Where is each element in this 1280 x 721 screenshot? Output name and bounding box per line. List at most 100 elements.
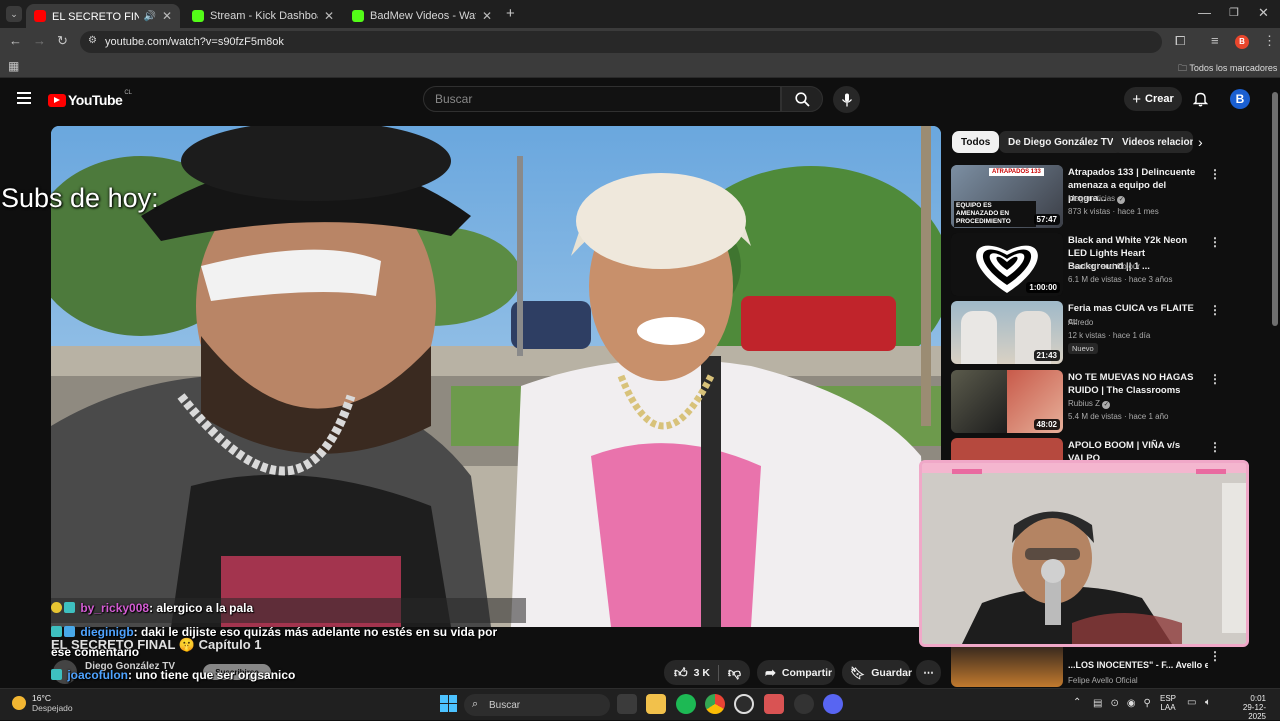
back-icon[interactable]: ← [9,33,22,48]
obs-icon[interactable] [734,694,754,714]
all-bookmarks[interactable]: 🗀 Todos los marcadores [1178,61,1277,77]
chat-message: dieginigb: daki le dijiste eso quizás má… [51,625,497,639]
recommendation-item[interactable]: 21:43 Feria mas CUICA vs FLAITE CL Alfre… [951,301,1221,365]
file-explorer-icon[interactable] [646,694,666,714]
chip-related[interactable]: Videos relacion [1113,131,1193,153]
extensions-icon[interactable]: ⧠ [1175,33,1185,49]
notifications-bell-icon[interactable] [1192,91,1209,112]
recommendation-item[interactable]: ...LOS INOCENTES" - F... Avello en vivo … [951,647,1221,687]
share-button[interactable]: ➦ Compartir [757,660,835,685]
video-thumbnail[interactable]: 48:02 [951,370,1063,433]
video-thumbnail[interactable]: 1:00:00 [951,233,1063,296]
task-view-icon[interactable] [617,694,637,714]
tab-badmew-videos[interactable]: BadMew Videos - Watch On-De ✕ [344,4,500,28]
recommendation-item[interactable]: APOLO BOOM | VIÑA v/s VALPO ⋮ [951,438,1221,464]
video-title[interactable]: ...LOS INOCENTES" - F... Avello en vivo … [1068,659,1208,672]
forward-icon[interactable]: → [33,33,46,48]
video-title[interactable]: NO TE MUEVAS NO HAGAS RUIDO | The Classr… [1068,371,1200,397]
search-input[interactable]: Buscar [423,86,781,112]
recommendation-item[interactable]: 1:00:00 Black and White Y2k Neon LED Lig… [951,233,1221,297]
clock-time: 0:01 [1250,694,1266,703]
reading-list-icon[interactable]: ≡ [1211,33,1219,48]
taskbar-search[interactable]: ⌕ Buscar [464,694,610,716]
plus-icon: + [1132,90,1141,108]
more-actions-button[interactable]: ⋯ [916,660,941,685]
channel-name[interactable]: Alfredo [1068,318,1093,327]
chat-text: : daki le dijiste eso quizás más adelant… [133,625,498,639]
close-window-icon[interactable]: ✕ [1258,5,1269,21]
volume-icon[interactable]: 🔈︎ [1205,697,1211,708]
video-player[interactable] [51,126,941,627]
chip-from-channel[interactable]: De Diego González TV [999,131,1123,153]
tab-kick-dashboard[interactable]: Stream - Kick Dashboard ✕ [184,4,342,28]
recommendation-item[interactable]: ATRAPADOS 133 EQUIPO ES AMENAZADO EN PRO… [951,165,1221,229]
chat-username: joacofulon [67,668,129,682]
chat-text: : uno tiene que ser orgsanico [128,668,296,682]
chat-message: by_ricky008: alergico a la pala [51,601,253,615]
voice-search-button[interactable] [833,86,860,113]
close-tab-icon[interactable]: ✕ [324,9,334,23]
channel-name[interactable]: Felipe Avello Oficial [1068,676,1138,685]
webcam-image [922,463,1246,644]
like-button[interactable]: 👍︎ 3 K [664,660,718,685]
search-icon: ⌕ [472,698,479,710]
tab-youtube-video[interactable]: EL SECRETO FINAL🤫 Capít 🔊 ✕ [26,4,180,28]
more-actions-icon[interactable]: ⋮ [1209,372,1221,386]
more-actions-icon[interactable]: ⋮ [1209,235,1221,249]
chrome-icon[interactable] [705,694,725,714]
weather-widget[interactable]: 16°C Despejado [12,693,73,713]
dislike-button[interactable]: 👎︎ [719,660,750,685]
taskbar-search-label: Buscar [489,699,521,711]
menu-kebab-icon[interactable]: ⋮ [1263,33,1276,49]
close-tab-icon[interactable]: ✕ [162,9,172,23]
tray-icons[interactable]: ▤⊙◉⚲ [1093,698,1159,709]
tab-title: EL SECRETO FINAL🤫 Capít [52,10,140,23]
video-thumbnail[interactable]: ATRAPADOS 133 EQUIPO ES AMENAZADO EN PRO… [951,165,1063,228]
network-icon[interactable]: ▭ [1187,697,1196,708]
close-tab-icon[interactable]: ✕ [482,9,492,23]
youtube-logo[interactable]: YouTube CL [48,90,132,108]
recommendation-item[interactable]: 48:02 NO TE MUEVAS NO HAGAS RUIDO | The … [951,370,1221,434]
site-info-icon[interactable]: ⚙ [88,35,97,46]
channel-name[interactable]: Rubius Z ✓ [1068,399,1111,409]
spotify-icon[interactable] [676,694,696,714]
app-icon[interactable] [764,694,784,714]
tray-chevron-icon[interactable]: ⌃ [1073,697,1081,708]
more-actions-icon[interactable]: ⋮ [1209,303,1221,317]
apps-grid-icon[interactable]: ▦ [8,59,19,73]
profile-avatar[interactable]: B [1235,35,1249,49]
thumbs-up-icon: 👍︎ [674,664,688,680]
reload-icon[interactable]: ↻ [57,33,68,49]
video-thumbnail[interactable] [951,438,1063,460]
save-button[interactable]: 🔖︎ Guardar [842,660,912,685]
channel-name[interactable]: Meganoticias ✓ [1068,194,1126,204]
video-thumbnail[interactable] [951,647,1063,687]
clock[interactable]: 0:01 29-12-2025 [1226,694,1266,721]
start-button[interactable] [440,695,457,712]
address-bar[interactable]: ⚙ youtube.com/watch?v=s90fzF5m8ok [80,31,1162,53]
chip-all[interactable]: Todos [952,131,1000,153]
video-meta: 12 k vistas · hace 1 día [1068,331,1151,340]
restore-icon[interactable]: ❐ [1229,6,1239,19]
discord-icon[interactable] [823,694,843,714]
video-title-text: Feria mas CUICA vs FLAITE [1068,303,1194,314]
channel-name-text: Meganoticias [1068,194,1116,203]
chat-text: ese comentario [51,645,140,659]
app-icon[interactable] [794,694,814,714]
create-button[interactable]: + Crear [1124,87,1182,111]
chips-next-icon[interactable]: › [1198,134,1203,150]
minimize-icon[interactable]: — [1198,5,1211,20]
language-indicator[interactable]: ESP LAA [1160,694,1176,712]
tab-search-icon[interactable]: ⌄ [6,6,22,22]
hamburger-menu-icon[interactable] [17,92,31,104]
new-tab-icon[interactable]: + [506,5,515,22]
more-actions-icon[interactable]: ⋮ [1209,649,1221,663]
video-thumbnail[interactable]: 21:43 [951,301,1063,364]
account-avatar[interactable]: B [1230,89,1250,109]
page-scrollbar[interactable] [1272,92,1278,326]
more-actions-icon[interactable]: ⋮ [1209,167,1221,181]
speaker-icon[interactable]: 🔊 [143,11,155,22]
search-button[interactable] [781,86,823,112]
channel-name[interactable]: Gradient and Colour [1068,262,1140,271]
more-actions-icon[interactable]: ⋮ [1209,440,1221,454]
